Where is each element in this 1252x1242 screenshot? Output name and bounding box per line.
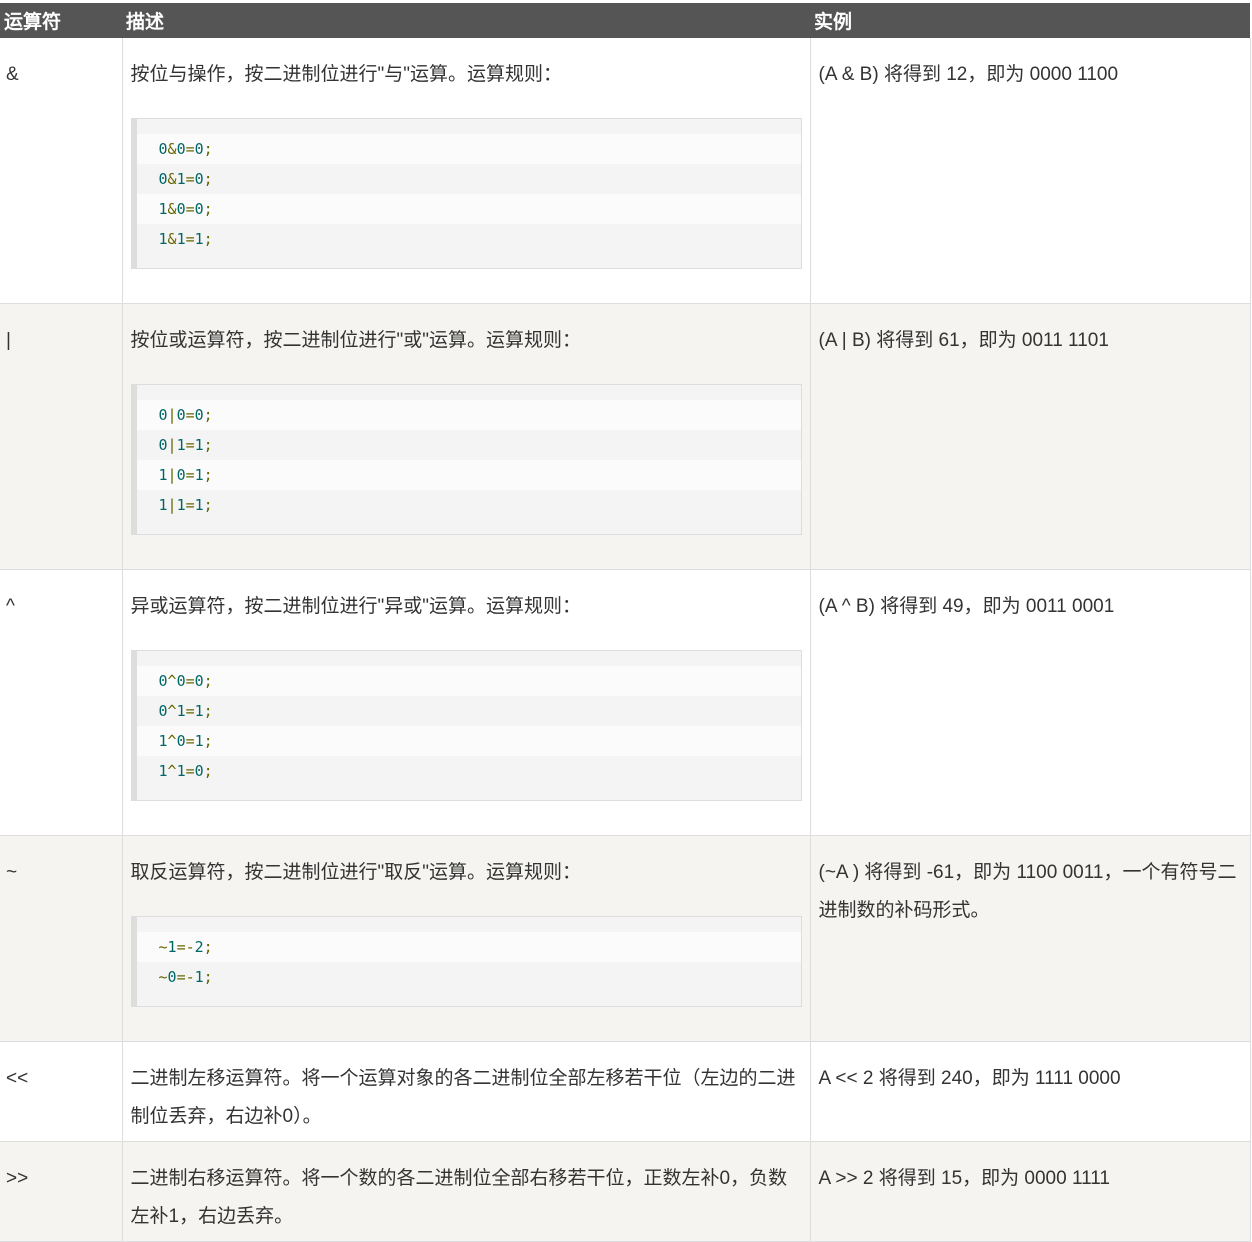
example-cell: A << 2 将得到 240，即为 1111 0000 [810, 1041, 1251, 1142]
table-row: & 按位与操作，按二进制位进行"与"运算。运算规则： 0&0=0; 0&1=0; 1&0… [0, 38, 1251, 304]
table-row: | 按位或运算符，按二进制位进行"或"运算。运算规则： 0|0=0; 0|1=1; 1|… [0, 303, 1251, 570]
description-cell: 取反运算符，按二进制位进行"取反"运算。运算规则： ~1=-2; ~0=-1; [122, 835, 811, 1042]
code-block: 0&0=0; 0&1=0; 1&0=0; 1&1=1; [130, 118, 802, 269]
table-row: ^ 异或运算符，按二进制位进行"异或"运算。运算规则： 0^0=0; 0^1=1; 1^… [0, 569, 1251, 836]
description-cell: 按位或运算符，按二进制位进行"或"运算。运算规则： 0|0=0; 0|1=1; 1|0… [122, 303, 811, 570]
code-line: 0|0=0; [136, 400, 801, 430]
description-cell: 二进制左移运算符。将一个运算对象的各二进制位全部左移若干位（左边的二进制位丢弃，… [122, 1041, 811, 1142]
operator: << [6, 1068, 29, 1089]
operator-cell: ^ [0, 569, 123, 836]
example: (A | B) 将得到 61，即为 0011 1101 [818, 330, 1109, 351]
description-cell: 二进制右移运算符。将一个数的各二进制位全部右移若干位，正数左补0，负数左补1，右… [122, 1141, 811, 1242]
header-description: 描述 [122, 3, 810, 38]
example: A << 2 将得到 240，即为 1111 0000 [818, 1068, 1121, 1089]
example: (A ^ B) 将得到 49，即为 0011 0001 [818, 596, 1115, 617]
description: 取反运算符，按二进制位进行"取反"运算。运算规则： [130, 862, 582, 883]
code-line: 0^1=1; [136, 696, 801, 726]
code-line: 0|1=1; [136, 430, 801, 460]
code-line: 1&0=0; [136, 194, 801, 224]
description-cell: 异或运算符，按二进制位进行"异或"运算。运算规则： 0^0=0; 0^1=1; 1^0… [122, 569, 811, 836]
header-operator: 运算符 [0, 3, 122, 38]
operator: ^ [6, 596, 15, 617]
operator-cell: << [0, 1041, 123, 1142]
operator-cell: >> [0, 1141, 123, 1242]
description: 按位与操作，按二进制位进行"与"运算。运算规则： [130, 64, 563, 85]
description-cell: 按位与操作，按二进制位进行"与"运算。运算规则： 0&0=0; 0&1=0; 1&0=… [122, 38, 811, 304]
operator: & [6, 64, 19, 85]
code-block: ~1=-2; ~0=-1; [130, 916, 802, 1007]
example: A >> 2 将得到 15，即为 0000 1111 [818, 1168, 1111, 1189]
example-cell: A >> 2 将得到 15，即为 0000 1111 [810, 1141, 1251, 1242]
code-block: 0|0=0; 0|1=1; 1|0=1; 1|1=1; [130, 384, 802, 535]
code-line: 1^0=1; [136, 726, 801, 756]
example-cell: (A ^ B) 将得到 49，即为 0011 0001 [810, 569, 1251, 836]
example-cell: (A | B) 将得到 61，即为 0011 1101 [810, 303, 1251, 570]
header-example: 实例 [810, 3, 1250, 38]
table-row: >> 二进制右移运算符。将一个数的各二进制位全部右移若干位，正数左补0，负数左补1… [0, 1141, 1251, 1242]
operator: >> [6, 1168, 29, 1189]
example: (~A ) 将得到 -61，即为 1100 0011，一个有符号二进制数的补码形… [818, 862, 1237, 921]
code-line: 1|1=1; [136, 490, 801, 520]
operator: ~ [6, 862, 18, 883]
description: 按位或运算符，按二进制位进行"或"运算。运算规则： [130, 330, 582, 351]
description: 二进制左移运算符。将一个运算对象的各二进制位全部左移若干位（左边的二进制位丢弃，… [130, 1068, 796, 1127]
description: 异或运算符，按二进制位进行"异或"运算。运算规则： [130, 596, 582, 617]
code-line: 1|0=1; [136, 460, 801, 490]
code-line: ~1=-2; [136, 932, 801, 962]
code-line: 0&1=0; [136, 164, 801, 194]
description: 二进制右移运算符。将一个数的各二进制位全部右移若干位，正数左补0，负数左补1，右… [130, 1168, 788, 1227]
table-row: ~ 取反运算符，按二进制位进行"取反"运算。运算规则： ~1=-2; ~0=-1; (~… [0, 835, 1251, 1042]
operator-cell: ~ [0, 835, 123, 1042]
operator-cell: | [0, 303, 123, 570]
code-line: ~0=-1; [136, 962, 801, 992]
example: (A & B) 将得到 12，即为 0000 1100 [818, 64, 1119, 85]
operator-cell: & [0, 38, 123, 304]
code-line: 1^1=0; [136, 756, 801, 786]
code-line: 0&0=0; [136, 134, 801, 164]
code-line: 0^0=0; [136, 666, 801, 696]
table-row: << 二进制左移运算符。将一个运算对象的各二进制位全部左移若干位（左边的二进制位丢… [0, 1041, 1251, 1142]
code-line: 1&1=1; [136, 224, 801, 254]
code-block: 0^0=0; 0^1=1; 1^0=1; 1^1=0; [130, 650, 802, 801]
example-cell: (A & B) 将得到 12，即为 0000 1100 [810, 38, 1251, 304]
operators-table: 运算符 描述 实例 & 按位与操作，按二进制位进行"与"运算。运算规则： 0&0=0… [0, 3, 1251, 1242]
example-cell: (~A ) 将得到 -61，即为 1100 0011，一个有符号二进制数的补码形… [810, 835, 1251, 1042]
operator: | [6, 330, 11, 351]
